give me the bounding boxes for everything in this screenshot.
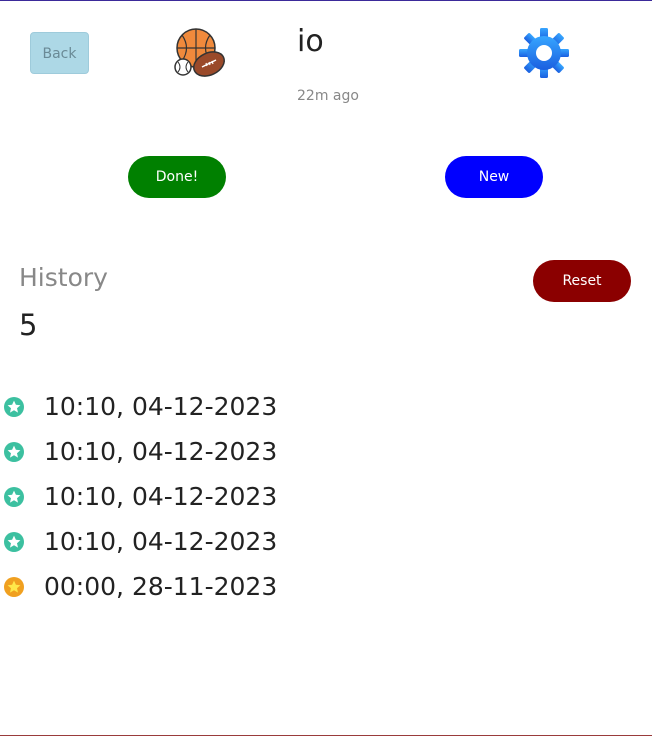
teal-star-icon [4,442,24,462]
back-button[interactable]: Back [30,32,89,74]
new-button[interactable]: New [445,156,543,198]
gear-icon[interactable] [518,27,570,79]
history-time: 10:10, 04-12-2023 [44,527,278,556]
history-time: 10:10, 04-12-2023 [44,392,278,421]
history-time: 00:00, 28-11-2023 [44,572,278,601]
history-item: 10:10, 04-12-2023 [0,475,652,520]
sports-balls-icon [174,28,225,77]
history-item: 10:10, 04-12-2023 [0,385,652,430]
teal-star-icon [4,397,24,417]
history-item: 00:00, 28-11-2023 [0,565,652,610]
history-heading: History [19,263,108,292]
history-item: 10:10, 04-12-2023 [0,430,652,475]
done-button[interactable]: Done! [128,156,226,198]
teal-star-icon [4,487,24,507]
bottom-border [0,735,652,736]
history-time: 10:10, 04-12-2023 [44,437,278,466]
history-time: 10:10, 04-12-2023 [44,482,278,511]
history-count: 5 [19,308,38,342]
history-item: 10:10, 04-12-2023 [0,520,652,565]
orange-star-icon [4,577,24,597]
task-title: io [297,24,324,59]
elapsed-time: 22m ago [297,88,359,104]
history-list: 10:10, 04-12-2023 10:10, 04-12-2023 10:1… [0,385,652,610]
teal-star-icon [4,532,24,552]
top-border [0,0,652,1]
reset-button[interactable]: Reset [533,260,631,302]
